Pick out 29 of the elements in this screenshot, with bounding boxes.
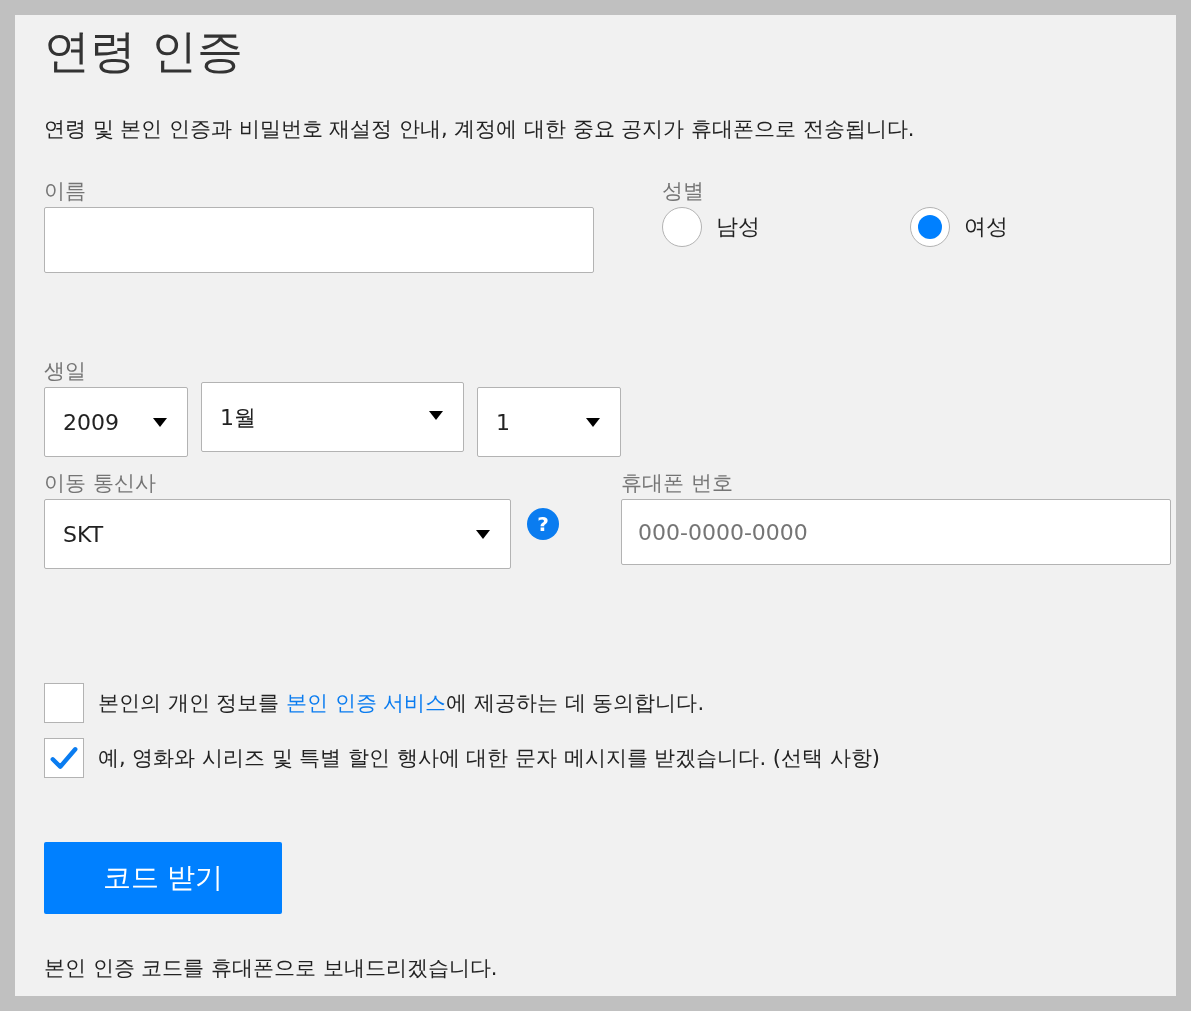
phone-label: 휴대폰 번호 [621, 470, 734, 497]
footer-note: 본인 인증 코드를 휴대폰으로 보내드리겠습니다. [44, 955, 499, 982]
caret-icon [586, 417, 600, 427]
caret-icon [429, 411, 443, 420]
caret-icon [476, 529, 490, 539]
year-select[interactable]: 2009 [44, 387, 188, 457]
carrier-label: 이동 통신사 [44, 470, 157, 497]
checkbox[interactable] [44, 683, 84, 723]
help-button[interactable]: ? [527, 508, 559, 540]
radio-button[interactable] [662, 207, 702, 247]
radio-label: 여성 [964, 213, 1008, 241]
get-code-button[interactable]: 코드 받기 [44, 842, 282, 914]
consent-text: 본인의 개인 정보를 본인 인증 서비스에 제공하는 데 동의합니다. [98, 690, 705, 717]
caret-icon [153, 417, 167, 427]
gender-label: 성별 [662, 179, 704, 203]
name-input[interactable] [44, 207, 594, 273]
birthday-label: 생일 [44, 358, 87, 385]
page-title: 연령 인증 [44, 23, 244, 79]
carrier-select[interactable]: SKT [44, 499, 511, 569]
checkbox[interactable] [44, 738, 84, 778]
radio-button[interactable] [910, 207, 950, 247]
service-link[interactable]: 본인 인증 서비스 [286, 691, 447, 715]
phone-input[interactable]: 000-0000-0000 [621, 499, 1171, 565]
day-select[interactable]: 1 [477, 387, 621, 457]
name-label: 이름 [44, 178, 87, 205]
description-text: 연령 및 본인 인증과 비밀번호 재설정 안내, 계정에 대한 중요 공지가 휴대폰으로 전송됩니다. [44, 116, 916, 143]
radio-label: 남성 [716, 213, 760, 241]
consent-text: 예, 영화와 시리즈 및 특별 할인 행사에 대한 문자 메시지를 받겠습니다. (선택 사항) [98, 745, 880, 772]
month-select[interactable]: 1월 [201, 382, 464, 452]
